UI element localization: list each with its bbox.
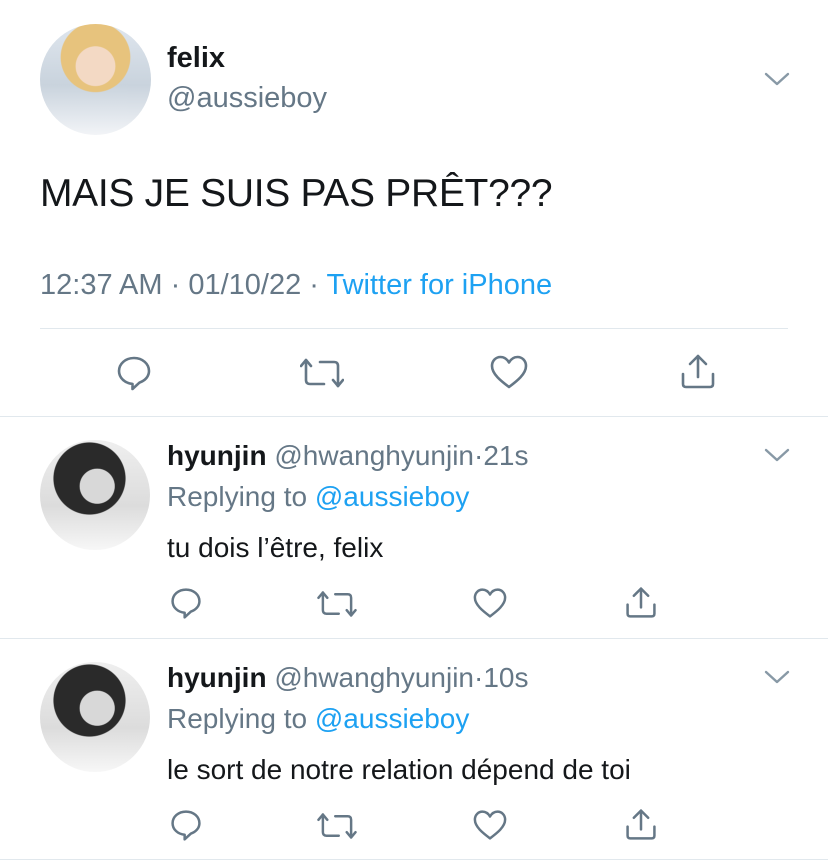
author-handle[interactable]: @aussieboy	[167, 82, 327, 115]
share-icon[interactable]	[624, 807, 658, 841]
reply-icon[interactable]	[169, 808, 203, 842]
avatar-hyunjin[interactable]	[40, 662, 150, 772]
replying-prefix: Replying to	[167, 481, 315, 512]
divider	[0, 416, 828, 417]
share-icon[interactable]	[624, 585, 658, 619]
time-separator: ·	[474, 440, 484, 471]
author-handle[interactable]: @hwanghyunjin	[274, 440, 474, 471]
avatar-hyunjin[interactable]	[40, 440, 150, 550]
tweet-source[interactable]: Twitter for iPhone	[326, 269, 552, 301]
tweet-text: MAIS JE SUIS PAS PRÊT???	[40, 172, 553, 215]
reply-icon[interactable]	[169, 586, 203, 620]
chevron-down-icon[interactable]	[764, 71, 790, 87]
time-separator: ·	[474, 662, 484, 693]
reply-time: 21s	[483, 440, 529, 471]
author-handle[interactable]: @hwanghyunjin	[274, 662, 474, 693]
meta-separator: ·	[162, 269, 189, 301]
share-icon[interactable]	[679, 352, 717, 390]
chevron-down-icon[interactable]	[764, 447, 790, 463]
reply-icon[interactable]	[115, 354, 153, 392]
divider	[40, 328, 788, 329]
divider	[0, 859, 828, 860]
retweet-icon[interactable]	[317, 811, 357, 841]
avatar-felix[interactable]	[40, 24, 151, 135]
replying-prefix: Replying to	[167, 703, 315, 734]
retweet-icon[interactable]	[300, 356, 344, 390]
replying-to: Replying to @aussieboy	[167, 703, 469, 735]
replying-to-handle[interactable]: @aussieboy	[315, 703, 470, 734]
reply-header: hyunjin @hwanghyunjin·10s	[167, 662, 528, 694]
reply-text: le sort de notre relation dépend de toi	[167, 754, 631, 785]
like-icon[interactable]	[472, 587, 508, 619]
like-icon[interactable]	[472, 809, 508, 841]
divider	[0, 638, 828, 639]
author-name[interactable]: hyunjin	[167, 662, 267, 693]
tweet-time: 12:37 AM	[40, 269, 163, 301]
replying-to: Replying to @aussieboy	[167, 481, 469, 513]
retweet-icon[interactable]	[317, 589, 357, 619]
chevron-down-icon[interactable]	[764, 669, 790, 685]
author-name[interactable]: felix	[167, 42, 225, 75]
author-name[interactable]: hyunjin	[167, 440, 267, 471]
reply-header: hyunjin @hwanghyunjin·21s	[167, 440, 528, 472]
tweet-date: 01/10/22	[188, 269, 302, 301]
reply-text: tu dois l’être, felix	[167, 532, 384, 563]
replying-to-handle[interactable]: @aussieboy	[315, 481, 470, 512]
like-icon[interactable]	[489, 354, 529, 390]
reply-time: 10s	[483, 662, 529, 693]
meta-separator: ·	[301, 269, 327, 301]
tweet-meta: 12:37 AM · 01/10/22 · Twitter for iPhone	[40, 269, 552, 302]
